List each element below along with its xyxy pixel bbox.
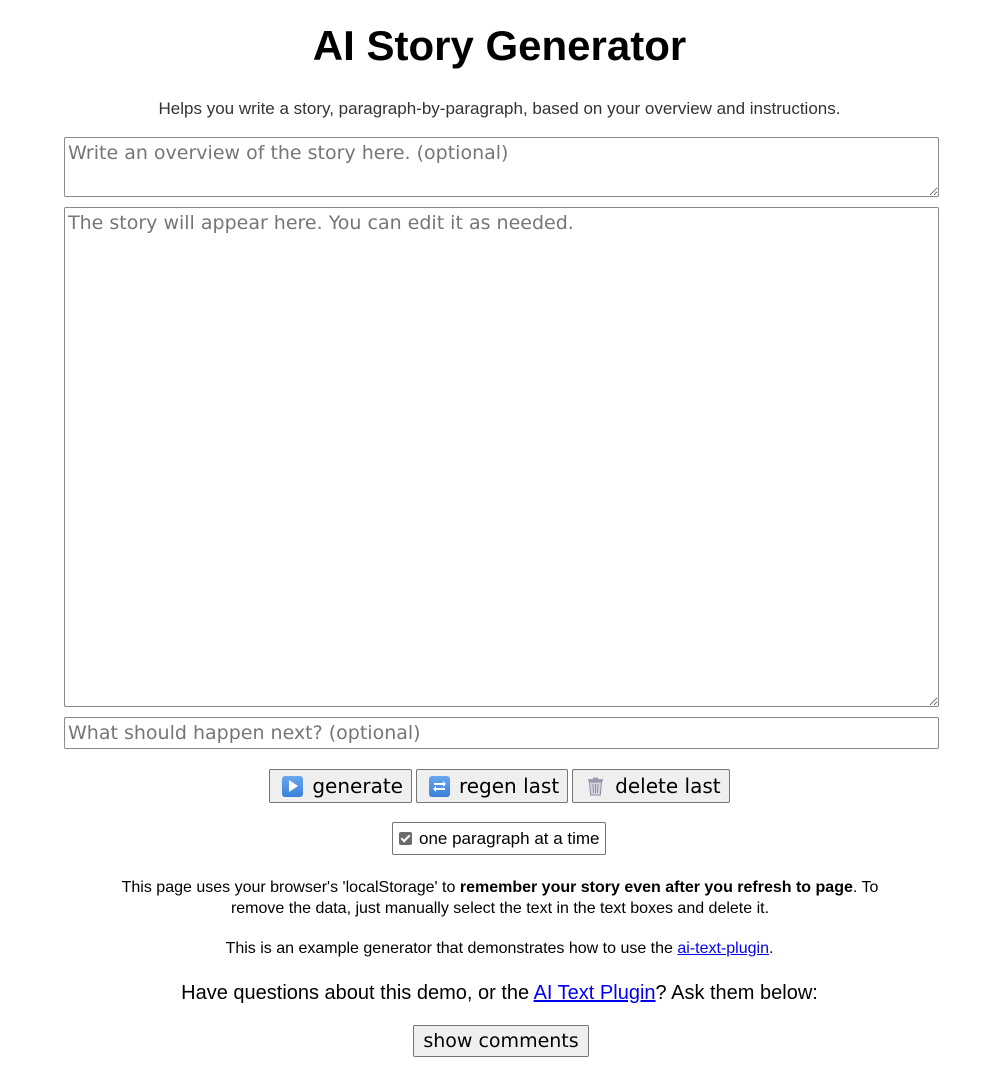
questions-prompt: Have questions about this demo, or the A…: [0, 981, 999, 1006]
ai-text-plugin-docs-link[interactable]: AI Text Plugin: [534, 982, 656, 1004]
questions-suffix: ? Ask them below:: [655, 982, 818, 1004]
storage-notice-prefix: This page uses your browser's 'localStor…: [121, 879, 460, 896]
regen-last-button[interactable]: regen last: [415, 769, 569, 803]
example-notice: This is an example generator that demons…: [0, 938, 999, 959]
delete-last-button[interactable]: delete last: [572, 769, 730, 803]
one-paragraph-label: one paragraph at a time: [419, 828, 600, 848]
example-notice-prefix: This is an example generator that demons…: [225, 940, 678, 957]
page-subtitle: Helps you write a story, paragraph-by-pa…: [158, 99, 841, 118]
show-comments-button[interactable]: show comments: [413, 1025, 589, 1057]
generate-button[interactable]: generate: [269, 769, 412, 803]
play-icon: [282, 775, 304, 797]
story-textarea[interactable]: [64, 207, 939, 707]
storage-notice: This page uses your browser's 'localStor…: [120, 877, 880, 919]
action-buttons: generate regen last delete last: [0, 769, 999, 803]
one-paragraph-checkbox[interactable]: [399, 832, 412, 845]
delete-last-label: delete last: [615, 774, 721, 798]
regen-icon: [428, 775, 450, 797]
example-notice-suffix: .: [768, 940, 774, 957]
regen-last-label: regen last: [458, 774, 560, 798]
ai-text-plugin-link[interactable]: ai-text-plugin: [677, 940, 769, 957]
questions-prefix: Have questions about this demo, or the: [181, 982, 534, 1004]
page-title: AI Story Generator: [312, 22, 687, 69]
trash-icon: [585, 776, 606, 797]
storage-notice-bold: remember your story even after you refre…: [459, 879, 853, 896]
next-instruction-input[interactable]: [64, 717, 939, 749]
overview-input[interactable]: [64, 137, 939, 197]
one-paragraph-option[interactable]: one paragraph at a time: [392, 822, 606, 855]
generate-label: generate: [312, 774, 403, 798]
